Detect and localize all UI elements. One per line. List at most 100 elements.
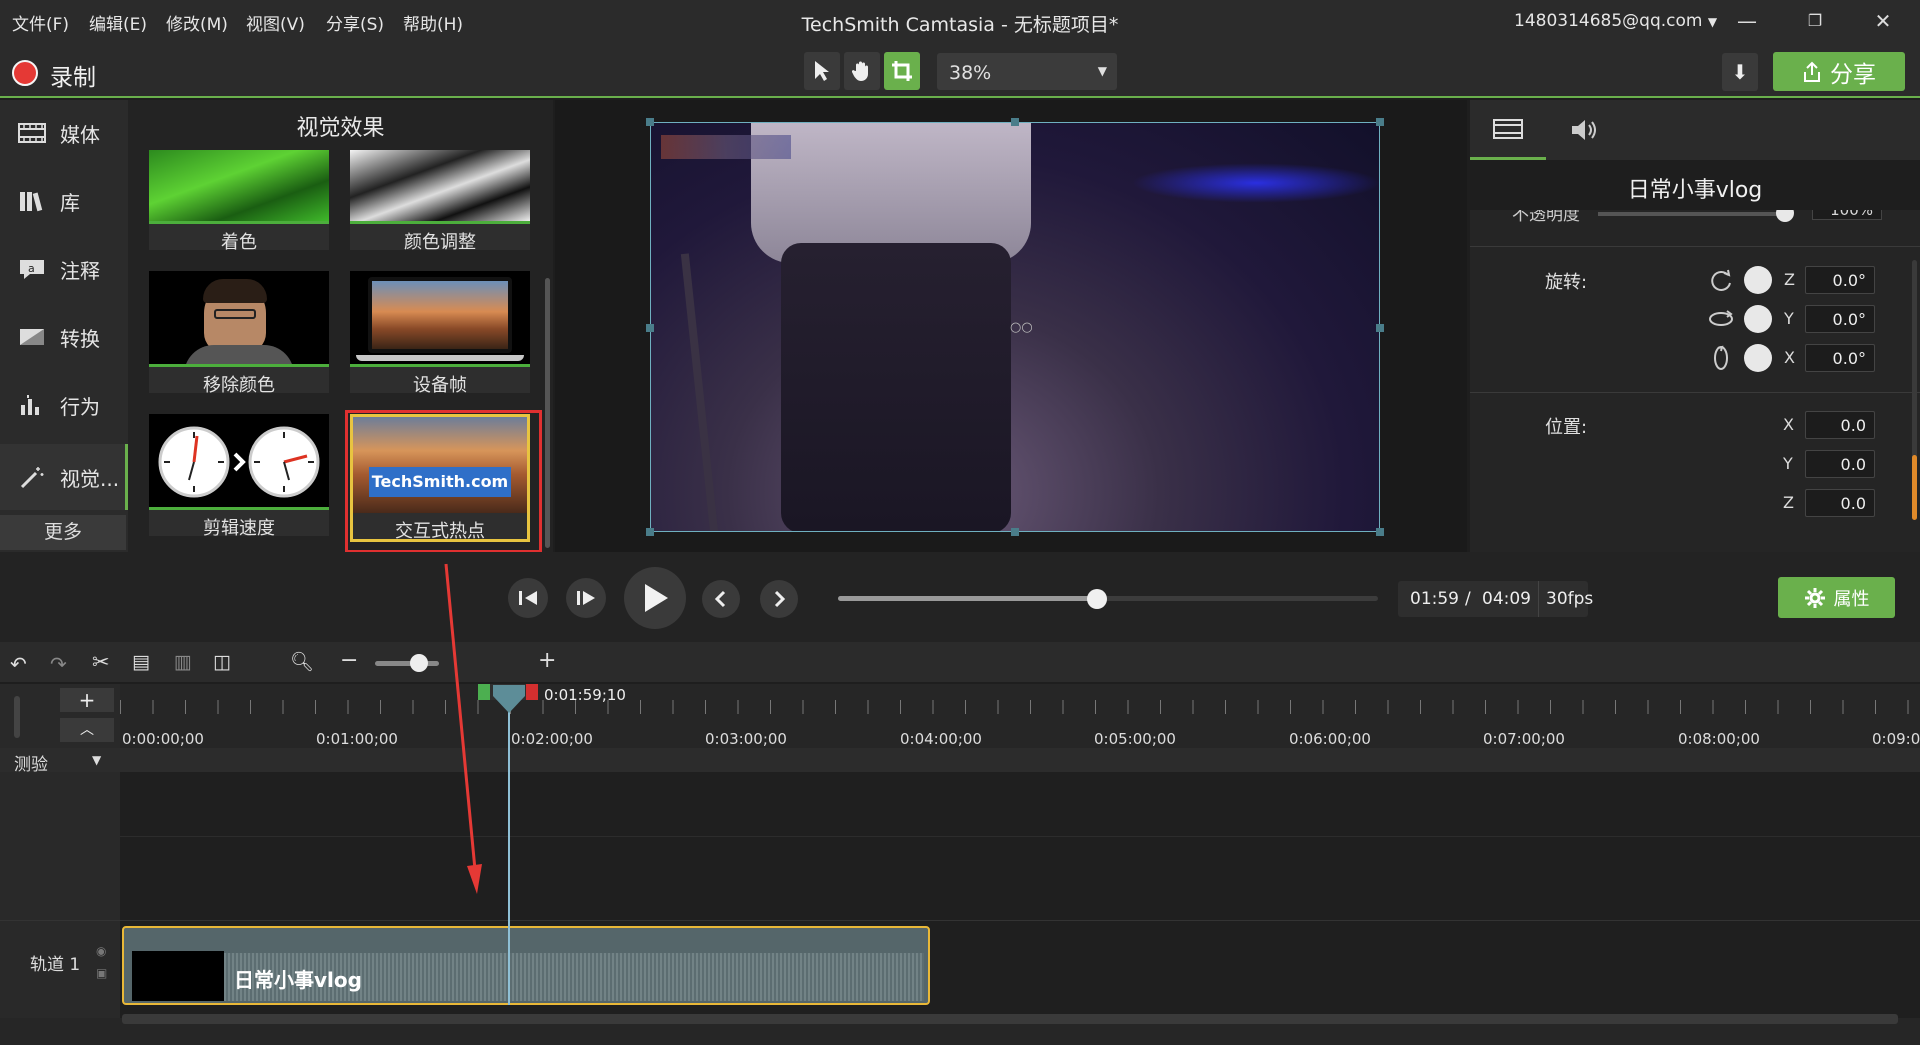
record-button[interactable]: 录制 [50,58,96,92]
effect-label: 着色 [221,232,257,253]
position-x-field[interactable]: 0.0 [1805,411,1875,439]
resize-handle[interactable] [1011,528,1019,536]
ruler-ticks [120,700,1920,714]
resize-handle[interactable] [646,324,654,332]
resize-handle[interactable] [646,118,654,126]
playhead-marker-icon[interactable] [492,684,526,714]
rotate-x-icon [1714,345,1728,370]
eye-icon[interactable]: ◉ [96,944,106,958]
rotation-y-dial[interactable] [1744,305,1772,333]
pan-tool-button[interactable] [844,52,880,90]
opacity-slider-thumb[interactable] [1776,210,1794,222]
paste-icon[interactable]: ▥ [174,651,192,673]
record-icon[interactable] [12,60,38,86]
collapse-tracks-button[interactable]: ︿ [60,718,114,742]
film-strip-icon [1493,118,1523,139]
select-tool-button[interactable] [804,52,840,90]
download-icon[interactable]: ⬇ [1722,53,1758,91]
resize-handle[interactable] [1376,324,1384,332]
properties-button[interactable]: 属性 [1778,577,1895,618]
effect-tile-clip-speed[interactable]: 剪辑速度 [149,414,329,539]
axis-label: X [1783,415,1794,434]
position-y-field[interactable]: 0.0 [1805,450,1875,478]
undo-icon[interactable]: ↶ [10,652,27,676]
resize-handle[interactable] [1011,118,1019,126]
timeline-zoom-thumb[interactable] [410,654,428,672]
nav-transitions[interactable]: 转换 [0,304,128,370]
highlight-box [345,410,542,553]
opacity-field[interactable]: 100% [1812,210,1882,220]
share-button[interactable]: 分享 [1773,52,1905,91]
clip-name: 日常小事vlog [1627,178,1763,203]
effect-tile-color-adjust[interactable]: 颜色调整 [350,150,530,253]
timeline-scrollbar[interactable] [122,1014,1898,1024]
effect-tile-colorize[interactable]: 着色 [149,150,329,253]
step-back-button[interactable] [508,578,548,618]
restore-icon[interactable]: ❐ [1793,6,1837,36]
effect-thumbnail [350,271,530,367]
resize-handle[interactable] [646,528,654,536]
zoom-in-icon[interactable]: + [538,648,556,673]
timeline-clip[interactable]: 日常小事vlog [122,926,930,1005]
play-button[interactable] [624,567,686,629]
lock-icon[interactable]: ▣ [96,966,107,980]
resize-handle[interactable] [1376,118,1384,126]
effect-label: 移除颜色 [203,375,275,396]
timeline-zoom-slider[interactable] [375,661,439,666]
nav-library[interactable]: 库 [0,168,128,234]
track-height-slider[interactable] [14,696,20,738]
zoom-out-icon[interactable]: − [340,648,358,673]
ruler-tick-label: 0:05:00;00 [1094,730,1176,748]
close-icon[interactable]: ✕ [1861,6,1905,36]
center-handle-icon[interactable]: ○○ [1010,320,1033,335]
nav-behaviors[interactable]: 行为 [0,372,128,438]
rotation-z-dial[interactable] [1744,266,1772,294]
opacity-slider[interactable] [1598,212,1788,216]
share-label: 分享 [1830,61,1876,88]
split-icon[interactable]: ◫ [213,651,231,673]
properties-scroll-thumb[interactable] [1912,455,1917,520]
rotation-x-field[interactable]: 0.0° [1805,344,1875,372]
previous-button[interactable] [702,580,740,618]
effects-scrollbar[interactable] [545,278,550,548]
add-track-button[interactable]: + [60,688,114,712]
hand-icon [851,61,868,81]
opacity-label: 不透明度 [1512,210,1580,224]
position-z-field[interactable]: 0.0 [1805,489,1875,517]
copy-icon[interactable]: ▤ [132,651,150,673]
account-menu[interactable]: 1480314685@qq.com ▼ [1514,11,1717,31]
divider [1470,392,1920,393]
nav-media[interactable]: 媒体 [0,100,128,166]
tab-audio-properties[interactable] [1546,100,1622,160]
rotation-z-field[interactable]: 0.0° [1805,266,1875,294]
crop-tool-button[interactable] [884,52,920,90]
rotation-x-dial[interactable] [1744,344,1772,372]
speaker-icon [1572,120,1596,140]
clip-label: 日常小事vlog [234,968,362,992]
ruler-tick-label: 0:09:0 [1872,730,1920,748]
pointer-icon [815,61,829,81]
nav-visual-effects[interactable]: 视觉... [0,444,128,510]
nav-label: 行为 [60,394,100,419]
nav-annotations[interactable]: a 注释 [0,236,128,302]
zoom-dropdown[interactable]: 38% ▼ [937,53,1117,90]
gear-icon [1804,587,1825,608]
step-back-icon [519,591,537,605]
step-forward-button[interactable] [566,578,606,618]
minimize-icon[interactable]: — [1725,6,1769,36]
tab-visual-properties[interactable] [1470,100,1546,160]
rotation-y-field[interactable]: 0.0° [1805,305,1875,333]
next-button[interactable] [760,580,798,618]
library-icon [20,192,43,212]
redo-icon[interactable]: ↷ [50,652,67,676]
more-button[interactable]: 更多 [0,515,126,550]
effect-tile-device-frame[interactable]: 设备帧 [350,271,530,396]
cut-icon[interactable]: ✂ [92,650,110,674]
axis-label: X [1784,348,1795,367]
effect-tile-remove-color[interactable]: 移除颜色 [149,271,329,396]
resize-handle[interactable] [1376,528,1384,536]
ruler-tick-label: 0:01:00;00 [316,730,398,748]
divider [1538,581,1539,617]
search-icon[interactable]: 🔍︎ [290,650,314,673]
chevron-down-icon[interactable]: ▼ [92,753,101,767]
